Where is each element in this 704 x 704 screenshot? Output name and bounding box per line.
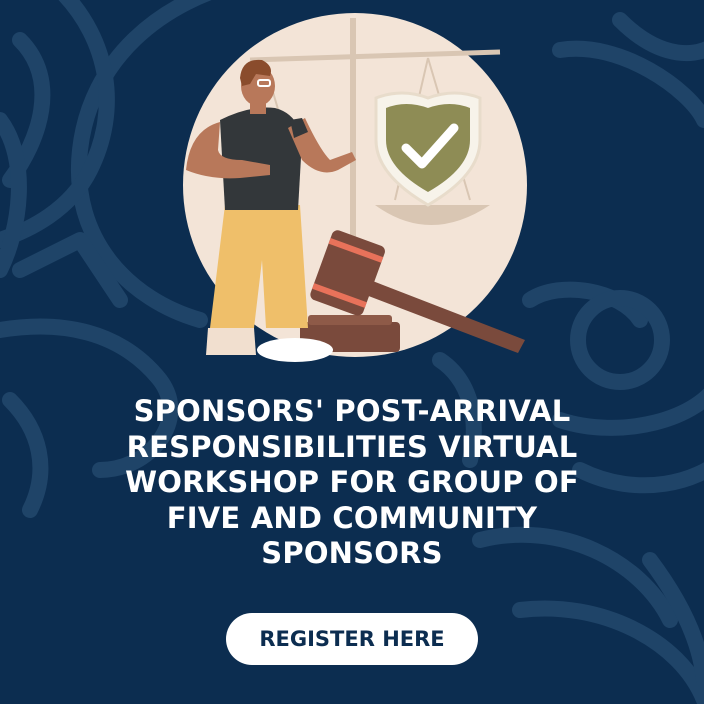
register-button[interactable]: REGISTER HERE	[226, 613, 478, 665]
workshop-banner: SPONSORS' POST-ARRIVAL RESPONSIBILITIES …	[0, 0, 704, 704]
workshop-title-line: FIVE AND COMMUNITY	[166, 500, 538, 535]
workshop-title-line: SPONSORS' POST-ARRIVAL	[133, 394, 571, 428]
justice-illustration	[183, 13, 527, 362]
workshop-title-line: RESPONSIBILITIES VIRTUAL	[126, 429, 578, 464]
workshop-title-line: WORKSHOP FOR GROUP OF	[125, 465, 579, 499]
workshop-title-line: SPONSORS	[261, 536, 443, 570]
workshop-title: SPONSORS' POST-ARRIVAL RESPONSIBILITIES …	[40, 394, 664, 572]
